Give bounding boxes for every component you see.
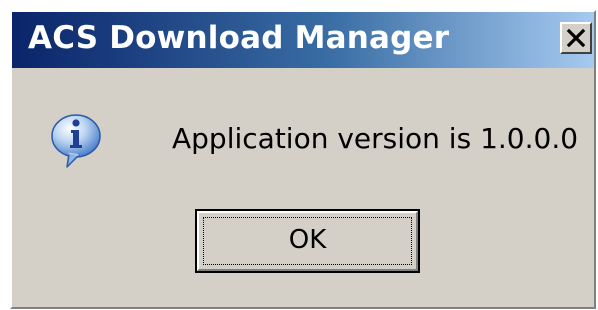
close-icon: [566, 28, 586, 48]
window-title: ACS Download Manager: [28, 20, 450, 56]
close-button[interactable]: [560, 22, 592, 54]
ok-button[interactable]: OK: [195, 209, 420, 273]
title-bar[interactable]: ACS Download Manager: [12, 12, 594, 68]
info-icon: [51, 114, 101, 168]
message-dialog: ACS Download Manager Application version…: [10, 10, 596, 309]
message-text: Application version is 1.0.0.0: [172, 122, 579, 155]
ok-button-label: OK: [288, 225, 327, 255]
